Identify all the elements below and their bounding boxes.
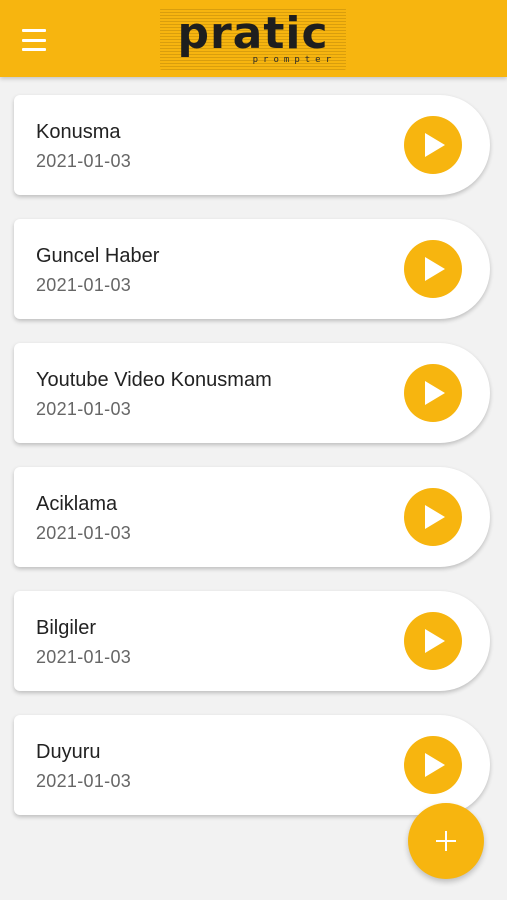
list-item[interactable]: Aciklama 2021-01-03	[14, 467, 490, 567]
item-title: Duyuru	[36, 741, 101, 763]
play-button[interactable]	[404, 736, 462, 794]
list-item[interactable]: Youtube Video Konusmam 2021-01-03	[14, 343, 490, 443]
item-date: 2021-01-03	[36, 275, 132, 295]
item-date: 2021-01-03	[36, 399, 132, 419]
play-icon	[425, 133, 445, 157]
list-item[interactable]: Konusma 2021-01-03	[14, 95, 490, 195]
play-icon	[425, 505, 445, 529]
logo-subtext: prompter	[252, 55, 336, 65]
item-title: Guncel Haber	[36, 245, 160, 267]
play-button[interactable]	[404, 116, 462, 174]
item-title: Youtube Video Konusmam	[36, 369, 272, 391]
play-button[interactable]	[404, 612, 462, 670]
play-icon	[425, 381, 445, 405]
play-button[interactable]	[404, 488, 462, 546]
list-item[interactable]: Bilgiler 2021-01-03	[14, 591, 490, 691]
prompt-list: Konusma 2021-01-03 Guncel Haber 2021-01-…	[14, 95, 490, 839]
menu-button[interactable]	[22, 27, 50, 51]
item-title: Bilgiler	[36, 617, 97, 639]
play-button[interactable]	[404, 240, 462, 298]
list-item[interactable]: Guncel Haber 2021-01-03	[14, 219, 490, 319]
hamburger-line	[22, 48, 46, 51]
add-button[interactable]	[408, 803, 484, 879]
play-icon	[425, 629, 445, 653]
item-title: Aciklama	[36, 493, 118, 515]
list-item[interactable]: Duyuru 2021-01-03	[14, 715, 490, 815]
plus-icon	[436, 831, 456, 851]
logo-text: pratic	[177, 8, 329, 59]
item-date: 2021-01-03	[36, 647, 132, 667]
play-button[interactable]	[404, 364, 462, 422]
item-title: Konusma	[36, 121, 121, 143]
item-date: 2021-01-03	[36, 523, 132, 543]
play-icon	[425, 753, 445, 777]
app-logo: pratic prompter	[160, 4, 346, 74]
play-icon	[425, 257, 445, 281]
item-date: 2021-01-03	[36, 151, 132, 171]
hamburger-line	[22, 38, 46, 42]
hamburger-menu-icon	[22, 29, 46, 32]
item-date: 2021-01-03	[36, 771, 132, 791]
app-bar: pratic prompter	[0, 0, 507, 77]
